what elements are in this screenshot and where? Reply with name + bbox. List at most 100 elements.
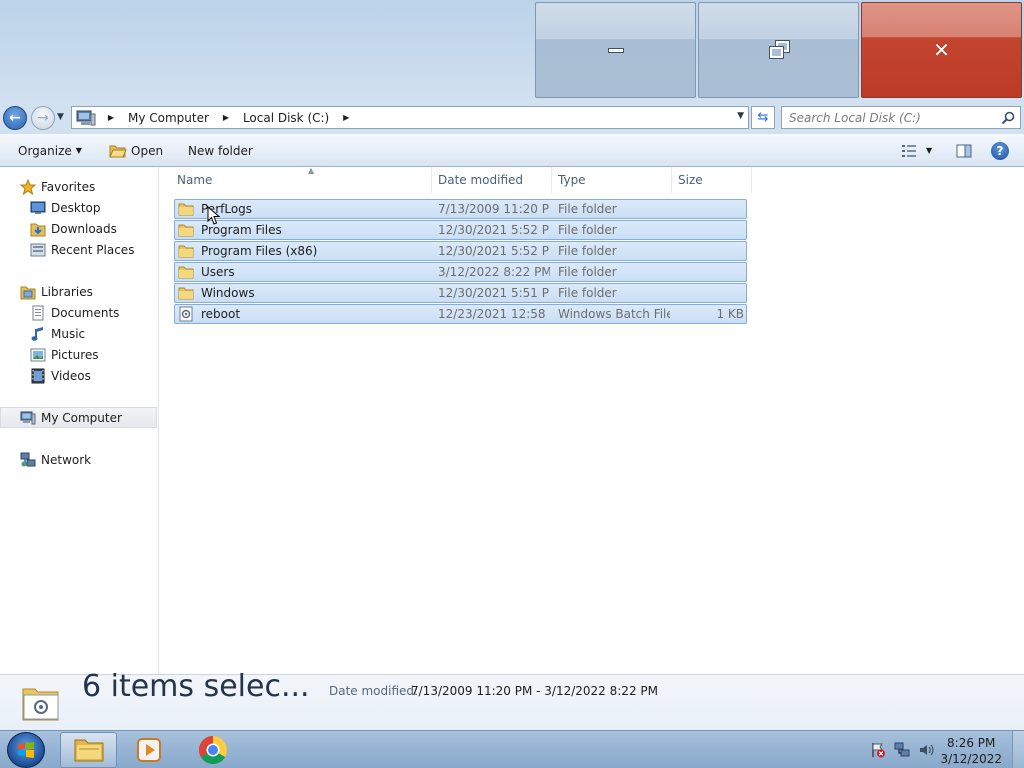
sidebar-item-network[interactable]: Network <box>0 449 157 470</box>
sidebar-item-label: Favorites <box>41 179 96 194</box>
videos-icon <box>30 368 46 384</box>
change-view-button[interactable]: ▼ <box>901 134 932 167</box>
sidebar-item-my-computer[interactable]: My Computer <box>0 407 157 428</box>
breadcrumb-local-disk[interactable]: Local Disk (C:) <box>239 111 333 125</box>
system-tray: 8:26 PM 3/12/2022 <box>864 731 1024 768</box>
organize-button[interactable]: Organize ▼ <box>18 134 82 167</box>
taskbar-explorer-button[interactable] <box>60 732 117 768</box>
search-icon[interactable] <box>1001 111 1015 125</box>
forward-button[interactable]: → <box>31 106 55 130</box>
file-row-program-files[interactable]: Program Files 12/30/2021 5:52 PM File fo… <box>174 220 747 240</box>
clock-date: 3/12/2022 <box>940 752 1002 766</box>
sidebar-item-label: Documents <box>51 305 120 320</box>
explorer-icon <box>74 739 103 762</box>
file-list: Name ▲ Date modified Type Size PerfLogs … <box>160 166 1024 674</box>
column-header-type[interactable]: Type <box>552 167 672 193</box>
refresh-button[interactable]: ⇆ <box>751 106 775 129</box>
column-header-size[interactable]: Size <box>672 167 752 193</box>
file-row-users[interactable]: Users 3/12/2022 8:22 PM File folder <box>174 262 747 282</box>
sidebar-item-label: Network <box>41 452 92 467</box>
minimize-button[interactable] <box>535 2 696 98</box>
start-button[interactable] <box>7 732 45 768</box>
close-button[interactable]: ✕ <box>861 2 1022 98</box>
address-bar[interactable]: ▶ My Computer ▶ Local Disk (C:) ▶ ▼ <box>71 106 749 129</box>
sidebar-item-label: Videos <box>51 368 91 383</box>
preview-pane-button[interactable] <box>956 134 972 167</box>
chevron-down-icon[interactable]: ▼ <box>926 146 932 155</box>
breadcrumb-separator-icon[interactable]: ▶ <box>333 113 359 122</box>
pictures-icon <box>30 347 46 363</box>
breadcrumb-separator-icon[interactable]: ▶ <box>98 113 124 122</box>
column-header-name[interactable]: Name ▲ <box>171 166 432 193</box>
file-size <box>678 284 744 302</box>
back-button[interactable]: ← <box>3 106 27 130</box>
forward-arrow-icon: → <box>37 110 49 126</box>
sidebar-item-libraries[interactable]: Libraries <box>0 281 157 302</box>
file-row-reboot[interactable]: reboot 12/23/2021 12:58 ... Windows Batc… <box>174 304 747 324</box>
sidebar-item-videos[interactable]: Videos <box>0 365 157 386</box>
libraries-icon <box>20 284 36 300</box>
clock[interactable]: 8:26 PM 3/12/2022 <box>940 735 1002 767</box>
file-type: File folder <box>558 244 617 258</box>
star-icon <box>20 178 36 195</box>
mouse-cursor-icon <box>207 206 221 225</box>
file-type: File folder <box>558 223 617 237</box>
file-row-perflogs[interactable]: PerfLogs 7/13/2009 11:20 PM File folder <box>174 199 747 219</box>
new-folder-button[interactable]: New folder <box>188 134 253 167</box>
folder-icon <box>178 201 194 217</box>
sidebar-item-label: Recent Places <box>51 242 135 257</box>
folder-icon <box>178 285 194 301</box>
open-button[interactable]: Open <box>109 134 163 167</box>
action-center-warning-icon[interactable] <box>870 742 886 758</box>
file-date: 12/30/2021 5:52 PM <box>438 244 550 258</box>
network-status-icon[interactable] <box>894 742 910 758</box>
media-player-icon <box>136 738 161 762</box>
search-input[interactable] <box>789 110 989 125</box>
column-header-date-modified[interactable]: Date modified <box>432 167 552 193</box>
taskbar-media-player-button[interactable] <box>120 732 177 768</box>
sidebar-item-favorites[interactable]: Favorites <box>0 176 157 197</box>
breadcrumb-my-computer[interactable]: My Computer <box>124 111 213 125</box>
selection-summary: 6 items selec... <box>82 669 310 704</box>
search-box[interactable] <box>781 106 1021 129</box>
multiple-items-icon <box>20 683 62 723</box>
details-pane: 6 items selec... Date modified: 7/13/200… <box>0 669 1024 730</box>
chrome-icon <box>198 736 227 764</box>
volume-icon[interactable] <box>918 742 934 758</box>
help-button[interactable]: ? <box>991 134 1009 167</box>
file-row-windows[interactable]: Windows 12/30/2021 5:51 PM File folder <box>174 283 747 303</box>
sidebar-item-label: Desktop <box>51 200 101 215</box>
file-date: 12/23/2021 12:58 ... <box>438 307 550 321</box>
sidebar-item-desktop[interactable]: Desktop <box>0 197 157 218</box>
column-label: Size <box>678 173 703 187</box>
recent-places-icon <box>30 242 46 258</box>
music-icon <box>30 326 46 342</box>
taskbar-chrome-button[interactable] <box>184 732 241 768</box>
title-bar: ✕ <box>0 0 1024 101</box>
close-icon: ✕ <box>933 38 950 62</box>
file-date: 12/30/2021 5:51 PM <box>438 286 550 300</box>
sidebar-item-downloads[interactable]: Downloads <box>0 218 157 239</box>
computer-icon <box>20 410 36 426</box>
details-view-icon <box>902 144 916 157</box>
restore-button[interactable] <box>698 2 859 98</box>
organize-label: Organize <box>18 143 72 158</box>
desktop-icon <box>30 200 46 216</box>
folder-icon <box>178 264 194 280</box>
column-label: Type <box>558 173 586 187</box>
sidebar-item-documents[interactable]: Documents <box>0 302 157 323</box>
sidebar-item-pictures[interactable]: Pictures <box>0 344 157 365</box>
sidebar-item-label: Libraries <box>41 284 93 299</box>
address-dropdown-icon[interactable]: ▼ <box>737 111 744 121</box>
file-date: 7/13/2009 11:20 PM <box>438 202 550 216</box>
restore-icon <box>768 40 790 59</box>
breadcrumb-separator-icon[interactable]: ▶ <box>213 113 239 122</box>
show-desktop-button[interactable] <box>1012 731 1024 768</box>
clock-time: 8:26 PM <box>947 736 996 750</box>
sidebar-item-music[interactable]: Music <box>0 323 157 344</box>
open-label: Open <box>131 143 164 158</box>
file-row-program-files-x86[interactable]: Program Files (x86) 12/30/2021 5:52 PM F… <box>174 241 747 261</box>
navigation-bar: ← → ▼ ▶ My Computer ▶ Local Disk (C:) ▶ … <box>0 101 1024 134</box>
sidebar-item-recent-places[interactable]: Recent Places <box>0 239 157 260</box>
recent-pages-dropdown[interactable]: ▼ <box>57 112 67 122</box>
